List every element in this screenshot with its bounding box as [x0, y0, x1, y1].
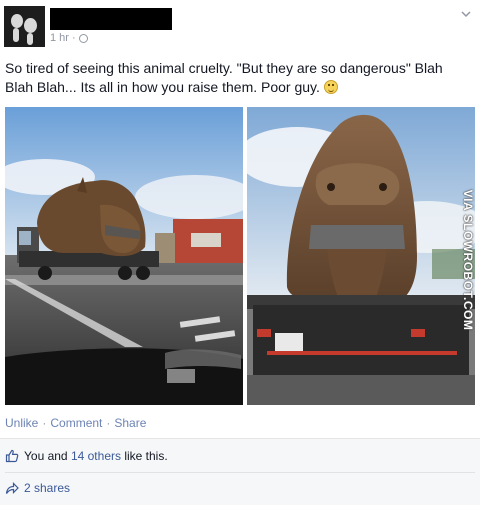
chevron-down-icon[interactable] — [460, 8, 472, 20]
post-meta: 1 hr · — [50, 32, 88, 44]
likes-summary: You and 14 others like this. — [5, 449, 168, 463]
comment-link[interactable]: Comment — [50, 416, 102, 430]
post-message: So tired of seeing this animal cruelty. … — [5, 59, 473, 97]
action-separator: · — [106, 416, 111, 430]
likes-prefix: You and — [24, 449, 71, 463]
shares-summary[interactable]: 2 shares — [5, 481, 70, 495]
thumbs-up-icon — [5, 449, 19, 463]
share-link[interactable]: Share — [114, 416, 146, 430]
others-link[interactable]: 14 others — [71, 449, 121, 463]
action-separator: · — [42, 416, 47, 430]
globe-icon — [78, 33, 88, 43]
shares-count[interactable]: 2 shares — [24, 481, 70, 495]
likes-suffix: like this. — [121, 449, 168, 463]
unlike-link[interactable]: Unlike — [5, 416, 38, 430]
share-arrow-icon — [5, 482, 19, 494]
post-photo-left[interactable] — [5, 107, 243, 405]
watermark: VIA SLOWROBOT.COM — [460, 180, 476, 340]
post-message-text: So tired of seeing this animal cruelty. … — [5, 60, 443, 95]
author-name-redacted[interactable] — [50, 8, 172, 30]
post-actions: Unlike · Comment · Share — [5, 416, 146, 430]
avatar[interactable] — [4, 6, 45, 47]
post-time[interactable]: 1 hr — [50, 32, 69, 44]
sad-smiley-icon — [323, 80, 338, 94]
divider — [5, 472, 475, 473]
post-header: 1 hr · — [0, 0, 480, 56]
watermark-text: VIA SLOWROBOT.COM — [461, 189, 475, 331]
post-photo-right[interactable] — [247, 107, 475, 405]
